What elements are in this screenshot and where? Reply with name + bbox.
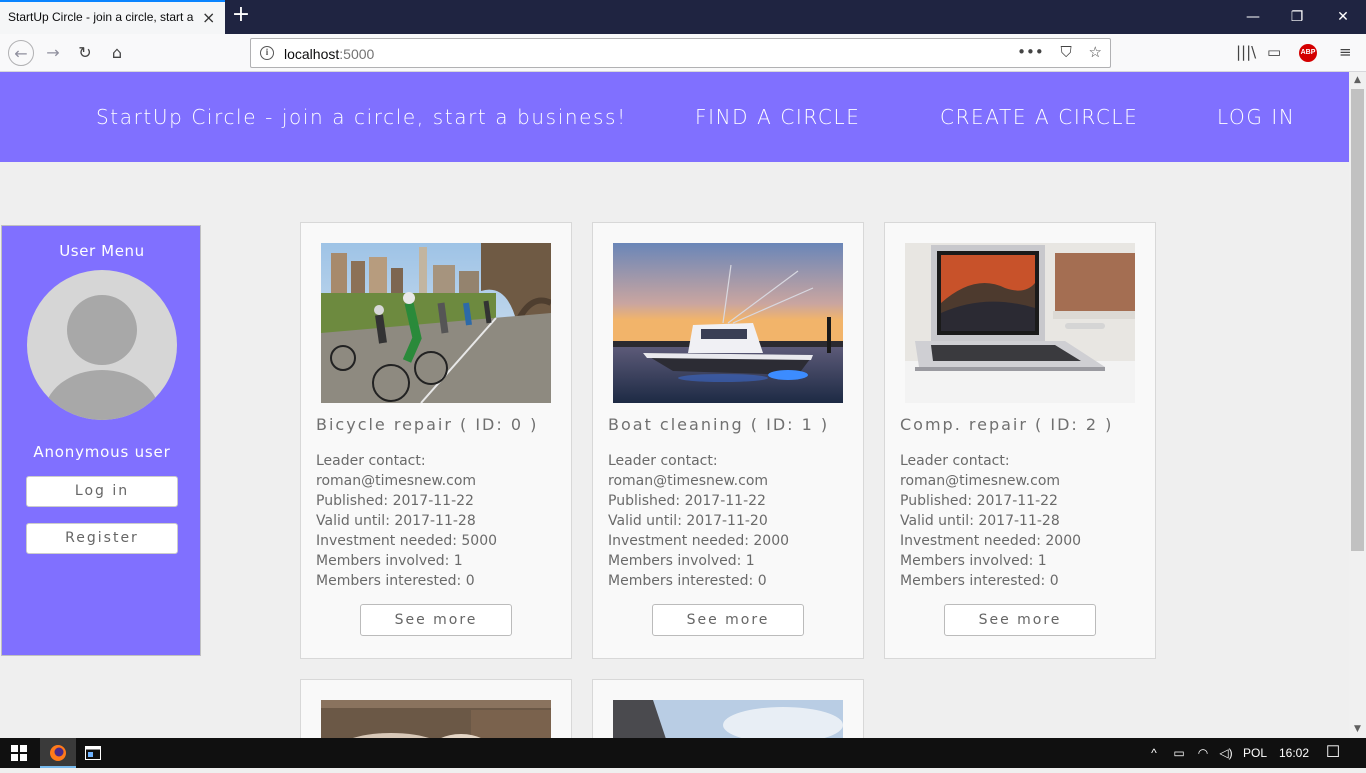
circle-photo-partial — [321, 700, 551, 738]
nav-log-in[interactable]: LOG IN — [1217, 105, 1296, 129]
page-scrollbar[interactable]: ▲ ▼ — [1349, 72, 1366, 738]
new-tab-button[interactable]: + — [230, 4, 252, 28]
page-viewport: StartUp Circle - join a circle, start a … — [0, 72, 1349, 738]
scrollbar-thumb[interactable] — [1351, 89, 1364, 551]
nav-create-circle[interactable]: CREATE A CIRCLE — [940, 105, 1138, 129]
circle-card: Comp. repair ( ID: 2 ) Leader contact: r… — [884, 222, 1156, 659]
site-header: StartUp Circle - join a circle, start a … — [0, 72, 1349, 162]
browser-tab-active[interactable]: StartUp Circle - join a circle, start a … — [0, 0, 225, 34]
start-button[interactable] — [0, 738, 38, 768]
register-button[interactable]: Register — [26, 523, 178, 554]
circle-card-partial — [592, 679, 864, 738]
circle-photo-bicycles — [321, 243, 551, 403]
browser-tab-strip: StartUp Circle - join a circle, start a … — [0, 0, 1366, 34]
username-label: Anonymous user — [33, 443, 171, 461]
minimize-button[interactable]: — — [1238, 6, 1268, 28]
nav-find-circle[interactable]: FIND A CIRCLE — [695, 105, 860, 129]
circle-title[interactable]: Bicycle repair ( ID: 0 ) — [316, 415, 538, 434]
menu-icon[interactable]: ≡ — [1339, 43, 1352, 61]
avatar — [27, 270, 177, 420]
forward-button[interactable]: → — [40, 40, 66, 66]
tray-expand-icon[interactable]: ^ — [1145, 738, 1163, 768]
browser-toolbar: ← → ↻ ⌂ i localhost:5000 ••• ⛉ ☆ — [0, 34, 1366, 72]
wifi-icon[interactable]: ◠ — [1194, 738, 1212, 768]
battery-icon[interactable]: ▭ — [1170, 738, 1188, 768]
clock[interactable]: 16:02 — [1276, 738, 1312, 768]
volume-icon[interactable]: ◁) — [1216, 738, 1236, 768]
home-button[interactable]: ⌂ — [104, 40, 130, 66]
see-more-button[interactable]: See more — [652, 604, 804, 636]
tab-close-icon[interactable]: × — [202, 8, 215, 28]
pocket-icon[interactable]: ⛉ — [1061, 43, 1072, 61]
circle-details: Leader contact: roman@timesnew.com Publi… — [316, 453, 498, 589]
library-icon[interactable]: |||\ — [1236, 43, 1256, 61]
scroll-up-icon[interactable]: ▲ — [1349, 72, 1366, 89]
circle-photo-partial — [613, 700, 843, 738]
url-text[interactable]: localhost:5000 — [284, 46, 374, 62]
adblock-icon[interactable]: ABP — [1299, 44, 1317, 62]
sidebar-icon[interactable]: ▭ — [1267, 43, 1281, 61]
circle-details: Leader contact: roman@timesnew.com Publi… — [608, 453, 790, 589]
language-indicator[interactable]: POL — [1240, 738, 1270, 768]
firefox-taskbar-icon[interactable] — [40, 738, 76, 768]
circle-photo-boat — [613, 243, 843, 403]
user-menu-title: User Menu — [59, 242, 145, 260]
tab-title: StartUp Circle - join a circle, start a … — [8, 10, 194, 24]
window-taskbar-icon[interactable] — [78, 738, 108, 768]
see-more-button[interactable]: See more — [944, 604, 1096, 636]
windows-taskbar: ^ ▭ ◠ ◁) POL 16:02 ☐ — [0, 738, 1366, 768]
bookmark-star-icon[interactable]: ☆ — [1089, 43, 1102, 61]
site-info-icon[interactable]: i — [260, 46, 274, 60]
notifications-icon[interactable]: ☐ — [1322, 738, 1344, 768]
circle-card-partial — [300, 679, 572, 738]
login-button[interactable]: Log in — [26, 476, 178, 507]
back-button[interactable]: ← — [8, 40, 34, 66]
reload-button[interactable]: ↻ — [72, 40, 98, 66]
brand-link[interactable]: StartUp Circle - join a circle, start a … — [96, 105, 627, 129]
circle-title[interactable]: Boat cleaning ( ID: 1 ) — [608, 415, 829, 434]
circle-photo-laptop — [905, 243, 1135, 403]
circle-card: Boat cleaning ( ID: 1 ) Leader contact: … — [592, 222, 864, 659]
leader-email: roman@timesnew.com — [900, 473, 1061, 489]
restore-button[interactable]: ❐ — [1282, 6, 1312, 28]
leader-email: roman@timesnew.com — [316, 473, 477, 489]
see-more-button[interactable]: See more — [360, 604, 512, 636]
circle-card: Bicycle repair ( ID: 0 ) Leader contact:… — [300, 222, 572, 659]
page-actions-icon[interactable]: ••• — [1017, 43, 1044, 61]
address-bar[interactable]: i localhost:5000 ••• ⛉ ☆ — [250, 38, 1111, 68]
scroll-down-icon[interactable]: ▼ — [1349, 721, 1366, 738]
circle-title[interactable]: Comp. repair ( ID: 2 ) — [900, 415, 1113, 434]
leader-email: roman@timesnew.com — [608, 473, 769, 489]
user-menu-panel: User Menu Anonymous user Log in Register — [1, 225, 201, 656]
circle-details: Leader contact: roman@timesnew.com Publi… — [900, 453, 1082, 589]
close-window-button[interactable]: ✕ — [1328, 6, 1358, 28]
